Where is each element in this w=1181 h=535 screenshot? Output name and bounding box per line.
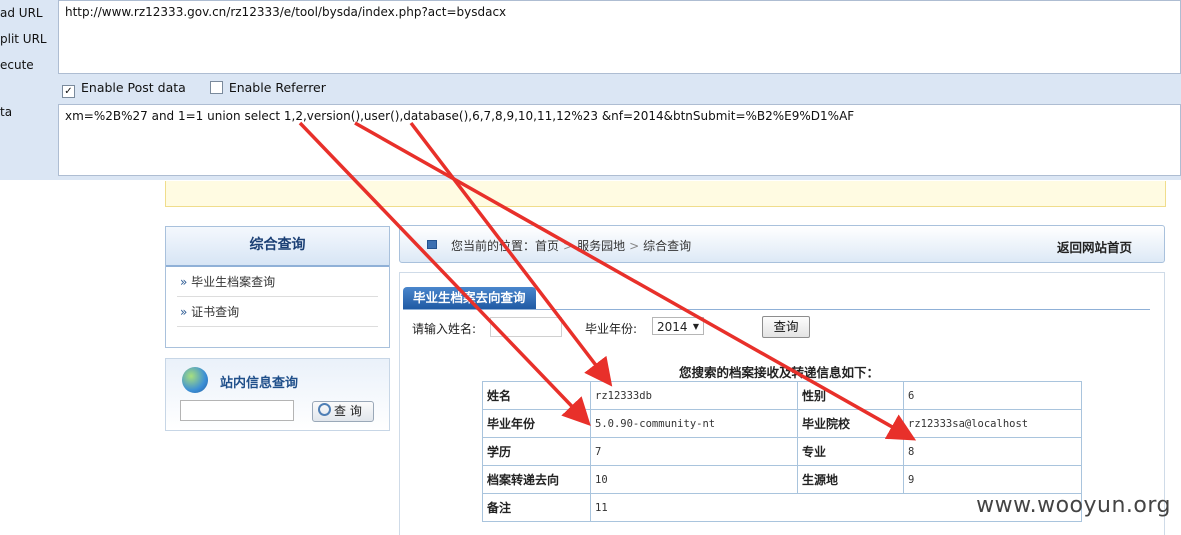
breadcrumb-prefix: 您当前的位置： bbox=[451, 239, 536, 253]
hackbar-options: ✓ Enable Post data Enable Referrer bbox=[62, 80, 326, 98]
year-select[interactable]: 2014 ▼ bbox=[652, 317, 704, 335]
site-search-button[interactable]: 查 询 bbox=[312, 401, 374, 422]
magnifier-icon bbox=[318, 403, 331, 416]
cell-value: 5.0.90-community-nt bbox=[590, 409, 798, 438]
enable-referrer-label: Enable Referrer bbox=[228, 80, 326, 95]
sidebar-title: 综合查询 bbox=[166, 227, 389, 267]
site-search-button-label: 查 询 bbox=[334, 404, 362, 418]
cell-key: 备注 bbox=[482, 493, 591, 522]
cell-value: 6 bbox=[903, 381, 1082, 410]
name-input[interactable] bbox=[490, 317, 562, 337]
chevron-right-icon: > bbox=[563, 239, 574, 253]
sidebar-item-label: 毕业生档案查询 bbox=[191, 275, 276, 289]
cell-value: 8 bbox=[903, 437, 1082, 466]
table-row: 毕业年份 5.0.90-community-nt 毕业院校 rz12333sa@… bbox=[482, 409, 1082, 438]
post-data-label: ta bbox=[0, 105, 13, 119]
url-textarea[interactable]: http://www.rz12333.gov.cn/rz12333/e/tool… bbox=[58, 0, 1181, 74]
tab-archive-query[interactable]: 毕业生档案去向查询 bbox=[403, 287, 536, 309]
hackbar-panel: ad URL plit URL ecute ta http://www.rz12… bbox=[0, 0, 1181, 180]
enable-referrer-checkbox[interactable] bbox=[209, 81, 223, 94]
cell-value: rz12333sa@localhost bbox=[903, 409, 1082, 438]
cell-key: 生源地 bbox=[797, 465, 904, 494]
sidebar-menu: 综合查询 » 毕业生档案查询 » 证书查询 bbox=[165, 226, 390, 348]
cell-value: 10 bbox=[590, 465, 798, 494]
site-search-input[interactable] bbox=[180, 400, 294, 421]
cell-value: rz12333db bbox=[590, 381, 798, 410]
year-label: 毕业年份: bbox=[585, 322, 638, 336]
result-title: 您搜索的档案接收及转递信息如下： bbox=[679, 365, 880, 380]
table-row: 档案转递去向 10 生源地 9 bbox=[482, 465, 1082, 494]
sidebar-item-label: 证书查询 bbox=[191, 305, 240, 319]
cell-key: 专业 bbox=[797, 437, 904, 466]
tab-underline bbox=[403, 309, 1150, 310]
enable-post-label: Enable Post data bbox=[81, 80, 186, 95]
back-home-link[interactable]: 返回网站首页 bbox=[1057, 237, 1132, 256]
notice-banner bbox=[165, 181, 1166, 207]
location-icon bbox=[427, 240, 437, 249]
breadcrumb: 您当前的位置：首页 > 服务园地 > 综合查询 bbox=[451, 237, 691, 254]
breadcrumb-home[interactable]: 首页 bbox=[535, 239, 559, 253]
cell-key: 性别 bbox=[797, 381, 904, 410]
table-row: 学历 7 专业 8 bbox=[482, 437, 1082, 466]
name-label: 请输入姓名: bbox=[412, 322, 477, 336]
watermark: www.wooyun.org bbox=[976, 493, 1171, 518]
post-data-textarea[interactable]: xm=%2B%27 and 1=1 union select 1,2,versi… bbox=[58, 104, 1181, 176]
cell-key: 毕业院校 bbox=[797, 409, 904, 438]
double-chevron-icon: » bbox=[180, 275, 188, 289]
cell-key: 姓名 bbox=[482, 381, 591, 410]
cell-value: 7 bbox=[590, 437, 798, 466]
cell-key: 毕业年份 bbox=[482, 409, 591, 438]
sidebar-item-graduate-archive[interactable]: » 毕业生档案查询 bbox=[177, 267, 378, 297]
dropdown-arrow-icon: ▼ bbox=[692, 322, 699, 331]
split-url-label[interactable]: plit URL bbox=[0, 32, 47, 46]
enable-post-checkbox[interactable]: ✓ bbox=[62, 85, 75, 98]
site-search-box: 站内信息查询 查 询 bbox=[165, 358, 390, 431]
breadcrumb-services[interactable]: 服务园地 bbox=[577, 239, 625, 253]
cell-value: 9 bbox=[903, 465, 1082, 494]
table-row: 姓名 rz12333db 性别 6 bbox=[482, 381, 1082, 410]
year-select-value: 2014 bbox=[657, 320, 688, 334]
double-chevron-icon: » bbox=[180, 305, 188, 319]
cell-key: 档案转递去向 bbox=[482, 465, 591, 494]
site-search-title: 站内信息查询 bbox=[220, 376, 299, 391]
cell-key: 学历 bbox=[482, 437, 591, 466]
load-url-label[interactable]: ad URL bbox=[0, 6, 43, 20]
sidebar-item-certificate[interactable]: » 证书查询 bbox=[177, 297, 378, 327]
breadcrumb-current[interactable]: 综合查询 bbox=[643, 239, 691, 253]
chevron-right-icon: > bbox=[629, 239, 640, 253]
globe-icon bbox=[182, 367, 208, 393]
breadcrumb-bar: 您当前的位置：首页 > 服务园地 > 综合查询 返回网站首页 bbox=[399, 225, 1165, 263]
execute-label[interactable]: ecute bbox=[0, 58, 34, 72]
query-button[interactable]: 查询 bbox=[762, 316, 810, 338]
